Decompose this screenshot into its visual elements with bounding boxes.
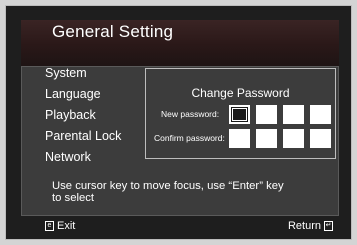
hint-line-1: Use cursor key to move focus, use “Enter… [52,180,284,192]
confirm-password-label: Confirm password: [154,133,225,143]
new-password-digit-3[interactable] [283,105,304,124]
return-key-icon: ↵ [324,221,333,231]
exit-label: Exit [57,220,76,232]
menu-item-network[interactable]: Network [45,147,121,168]
new-password-digit-1[interactable] [229,105,250,124]
confirm-password-digit-3[interactable] [283,129,304,148]
change-password-title: Change Password [191,86,290,100]
exit-key-icon: e [45,221,54,231]
return-label: Return [287,220,321,232]
menu-item-playback[interactable]: Playback [45,105,121,126]
menu-item-system[interactable]: System [45,63,121,84]
page-title: General Setting [52,22,174,41]
help-hint: Use cursor key to move focus, use “Enter… [52,180,337,204]
new-password-label: New password: [161,109,220,119]
hint-line-2: to select [52,192,95,204]
change-password-dialog: Change Password New password: Confirm pa… [145,68,336,159]
new-password-digit-4[interactable] [310,105,331,124]
menu-item-language[interactable]: Language [45,84,121,105]
confirm-password-digit-4[interactable] [310,129,331,148]
exit-button[interactable]: e Exit [45,220,75,232]
return-button[interactable]: Return ↵ [288,220,333,232]
settings-menu: System Language Playback Parental Lock N… [45,63,121,168]
new-password-digit-2[interactable] [256,105,277,124]
confirm-password-digit-1[interactable] [229,129,250,148]
confirm-password-digit-2[interactable] [256,129,277,148]
menu-item-parental-lock[interactable]: Parental Lock [45,126,121,147]
